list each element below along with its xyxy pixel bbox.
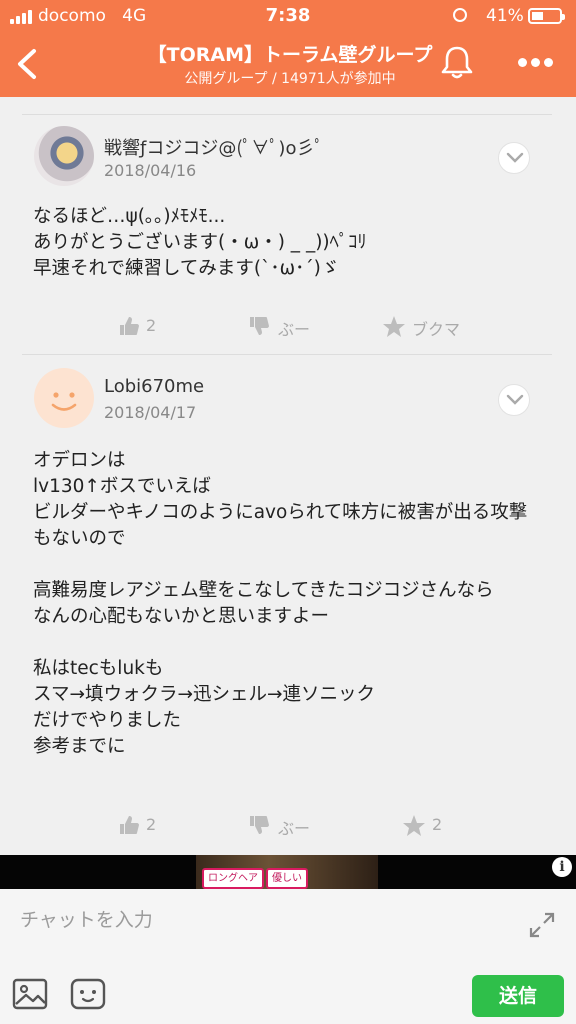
post-body: オデロンは lv130↑ボスでいえば ビルダーやキノコのようにavoられて味方に…: [33, 450, 528, 757]
battery-icon: [528, 8, 565, 24]
post-actions: 2 ぶー 2: [0, 812, 576, 838]
divider: [22, 354, 552, 355]
dislike-button[interactable]: ぶー: [248, 812, 318, 838]
bell-icon[interactable]: [440, 44, 474, 80]
dislike-label: ぶー: [278, 320, 311, 339]
bookmark-label: ブクマ: [412, 320, 461, 339]
post-1: 戦響ƒコジコジ@(ﾟ∀ﾟ)o彡ﾟ 2018/04/16 なるほど…ψ(｡｡)ﾒﾓ…: [0, 114, 576, 354]
bookmark-button[interactable]: 2: [402, 812, 462, 838]
chevron-down-icon[interactable]: [498, 384, 530, 416]
avatar[interactable]: [34, 126, 94, 186]
ad-tag[interactable]: 優しい: [266, 868, 308, 889]
post-body: なるほど…ψ(｡｡)ﾒﾓﾒﾓ... ありがとうございます(・ω・) _ _))ﾍ…: [33, 206, 367, 279]
send-button[interactable]: 送信: [472, 975, 564, 1017]
top-bar: docomo 4G 7:38 41% 【TORAM】トーラム壁グループ 公開グル…: [0, 0, 576, 97]
post-date: 2018/04/17: [104, 403, 197, 422]
dislike-button[interactable]: ぶー: [248, 313, 318, 339]
back-chevron-icon[interactable]: [12, 48, 42, 80]
post-2: Lobi670me 2018/04/17 オデロンは lv130↑ボスでいえば …: [0, 354, 576, 844]
ad-info-icon[interactable]: i: [552, 857, 572, 877]
battery-percent: 41%: [486, 6, 524, 26]
dislike-label: ぶー: [278, 819, 311, 838]
star-icon: [403, 815, 425, 836]
status-bar: docomo 4G 7:38 41%: [0, 0, 576, 34]
smiley-face-icon: [51, 392, 77, 411]
ad-banner[interactable]: ロングヘア 優しい: [0, 855, 576, 889]
chat-input-bar: 送信: [0, 889, 576, 1024]
ad-tag[interactable]: ロングヘア: [202, 868, 264, 889]
more-options-icon[interactable]: [516, 56, 556, 70]
image-icon[interactable]: [12, 977, 48, 1011]
bookmark-button[interactable]: ブクマ: [382, 313, 472, 339]
username[interactable]: 戦響ƒコジコジ@(ﾟ∀ﾟ)o彡ﾟ: [104, 134, 323, 160]
rotation-lock-icon: [453, 8, 467, 22]
thumbs-up-icon: [120, 816, 139, 834]
post-date: 2018/04/16: [104, 161, 197, 180]
thumbs-down-icon: [250, 317, 269, 335]
divider: [22, 114, 552, 115]
bookmark-count: 2: [432, 815, 443, 834]
thumbs-up-icon: [120, 317, 139, 335]
like-button[interactable]: 2: [118, 313, 168, 339]
chevron-down-icon[interactable]: [498, 142, 530, 174]
username[interactable]: Lobi670me: [104, 376, 204, 397]
post-actions: 2 ぶー ブクマ: [0, 313, 576, 339]
expand-icon[interactable]: [528, 911, 556, 939]
star-icon: [383, 316, 405, 337]
thumbs-down-icon: [250, 816, 269, 834]
like-button[interactable]: 2: [118, 812, 168, 838]
chat-input[interactable]: [18, 904, 502, 936]
avatar[interactable]: [34, 368, 94, 428]
like-count: 2: [146, 316, 157, 335]
emoticon-icon[interactable]: [70, 977, 106, 1011]
like-count: 2: [146, 815, 157, 834]
